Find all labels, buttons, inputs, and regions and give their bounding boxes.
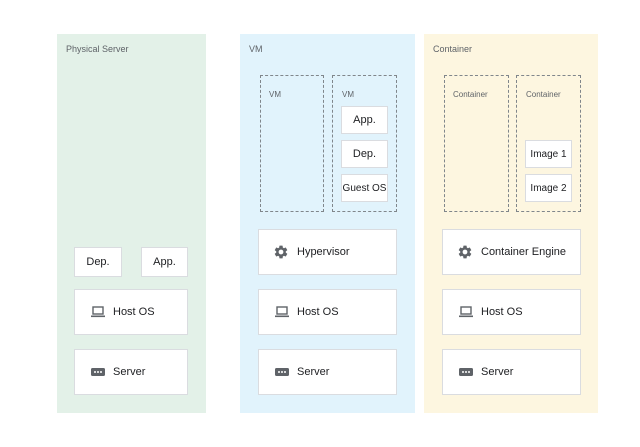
guest-os-box: Guest OS [341,174,388,202]
server-label: Server [481,366,514,378]
server-box: Server [258,349,397,395]
panel-title: VM [249,44,263,54]
vm-app-box: App. [341,106,388,134]
host-os-box: Host OS [74,289,188,335]
container-engine-box: Container Engine [442,229,581,275]
server-icon [91,368,105,376]
server-label: Server [297,366,330,378]
server-icon [275,368,289,376]
server-box: Server [74,349,188,395]
container-panel: Container Container Container Image 1 Im… [424,34,598,413]
dep-label: Dep. [352,148,377,160]
gear-icon [273,244,289,260]
vm-panel: VM VM VM App. Dep. Guest OS Hypervisor H… [240,34,415,413]
server-label: Server [113,366,146,378]
laptop-icon [459,306,473,318]
dep-box: Dep. [74,247,122,277]
gear-icon [457,244,473,260]
host-os-box: Host OS [442,289,581,335]
vm-2-title: VM [342,90,354,99]
container-1-outline: Container [444,75,509,212]
server-box: Server [442,349,581,395]
host-os-label: Host OS [481,306,523,318]
container-2-title: Container [526,90,561,99]
app-box: App. [141,247,188,277]
host-os-label: Host OS [113,306,155,318]
image-2-label: Image 2 [530,182,567,194]
image-1-box: Image 1 [525,140,572,168]
image-2-box: Image 2 [525,174,572,202]
panel-title: Physical Server [66,44,129,54]
app-label: App. [153,256,176,268]
image-1-label: Image 1 [530,148,567,160]
host-os-label: Host OS [297,306,339,318]
host-os-box: Host OS [258,289,397,335]
hypervisor-label: Hypervisor [297,246,350,258]
vm-1-outline: VM [260,75,324,212]
app-label: App. [353,114,376,126]
laptop-icon [91,306,105,318]
dep-label: Dep. [86,256,110,268]
guest-os-label: Guest OS [342,182,387,194]
panel-title: Container [433,44,473,54]
vm-1-title: VM [269,90,281,99]
laptop-icon [275,306,289,318]
container-engine-label: Container Engine [481,246,567,258]
server-icon [459,368,473,376]
container-1-title: Container [453,90,488,99]
hypervisor-box: Hypervisor [258,229,397,275]
physical-server-panel: Physical Server Dep. App. Host OS Server [57,34,206,413]
vm-dep-box: Dep. [341,140,388,168]
